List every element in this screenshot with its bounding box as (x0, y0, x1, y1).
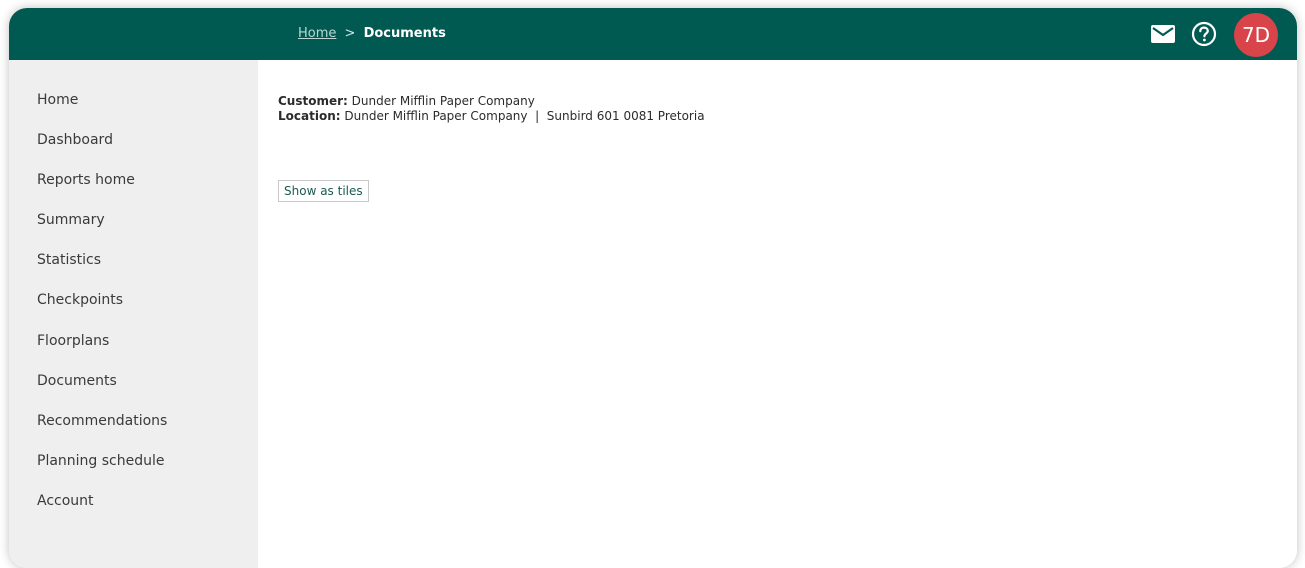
breadcrumb: Home > Documents (298, 26, 446, 41)
sidebar-item-recommendations[interactable]: Recommendations (37, 411, 167, 451)
location-line: Location: Dunder Mifflin Paper Company |… (278, 109, 705, 124)
customer-label: Customer: (278, 94, 348, 108)
top-bar: Home > Documents 7D (9, 8, 1297, 60)
show-as-tiles-button[interactable]: Show as tiles (278, 180, 369, 202)
sidebar-item-summary[interactable]: Summary (37, 210, 167, 250)
sidebar-item-statistics[interactable]: Statistics (37, 250, 167, 290)
breadcrumb-home-link[interactable]: Home (298, 26, 336, 41)
sidebar-item-account[interactable]: Account (37, 491, 167, 531)
main-content: Customer: Dunder Mifflin Paper Company L… (258, 60, 1297, 568)
sidebar-item-reports-home[interactable]: Reports home (37, 170, 167, 210)
sidebar-item-home[interactable]: Home (37, 90, 167, 130)
sidebar-item-dashboard[interactable]: Dashboard (37, 130, 167, 170)
sidebar-item-documents[interactable]: Documents (37, 371, 167, 411)
sidebar-item-checkpoints[interactable]: Checkpoints (37, 290, 167, 330)
location-label: Location: (278, 109, 341, 123)
app-window: Home > Documents 7D Home Dashboard Repor… (9, 8, 1297, 568)
customer-line: Customer: Dunder Mifflin Paper Company (278, 94, 705, 109)
location-value: Dunder Mifflin Paper Company | Sunbird 6… (344, 109, 705, 123)
sidebar: Home Dashboard Reports home Summary Stat… (9, 60, 258, 568)
customer-value: Dunder Mifflin Paper Company (351, 94, 535, 108)
sidebar-nav: Home Dashboard Reports home Summary Stat… (37, 90, 167, 531)
sidebar-item-floorplans[interactable]: Floorplans (37, 331, 167, 371)
mail-icon[interactable] (1151, 25, 1175, 43)
user-avatar[interactable]: 7D (1234, 13, 1278, 57)
sidebar-item-planning-schedule[interactable]: Planning schedule (37, 451, 167, 491)
breadcrumb-current: Documents (363, 26, 446, 41)
customer-info: Customer: Dunder Mifflin Paper Company L… (278, 94, 705, 124)
breadcrumb-separator: > (344, 26, 356, 41)
help-icon[interactable] (1191, 21, 1217, 47)
